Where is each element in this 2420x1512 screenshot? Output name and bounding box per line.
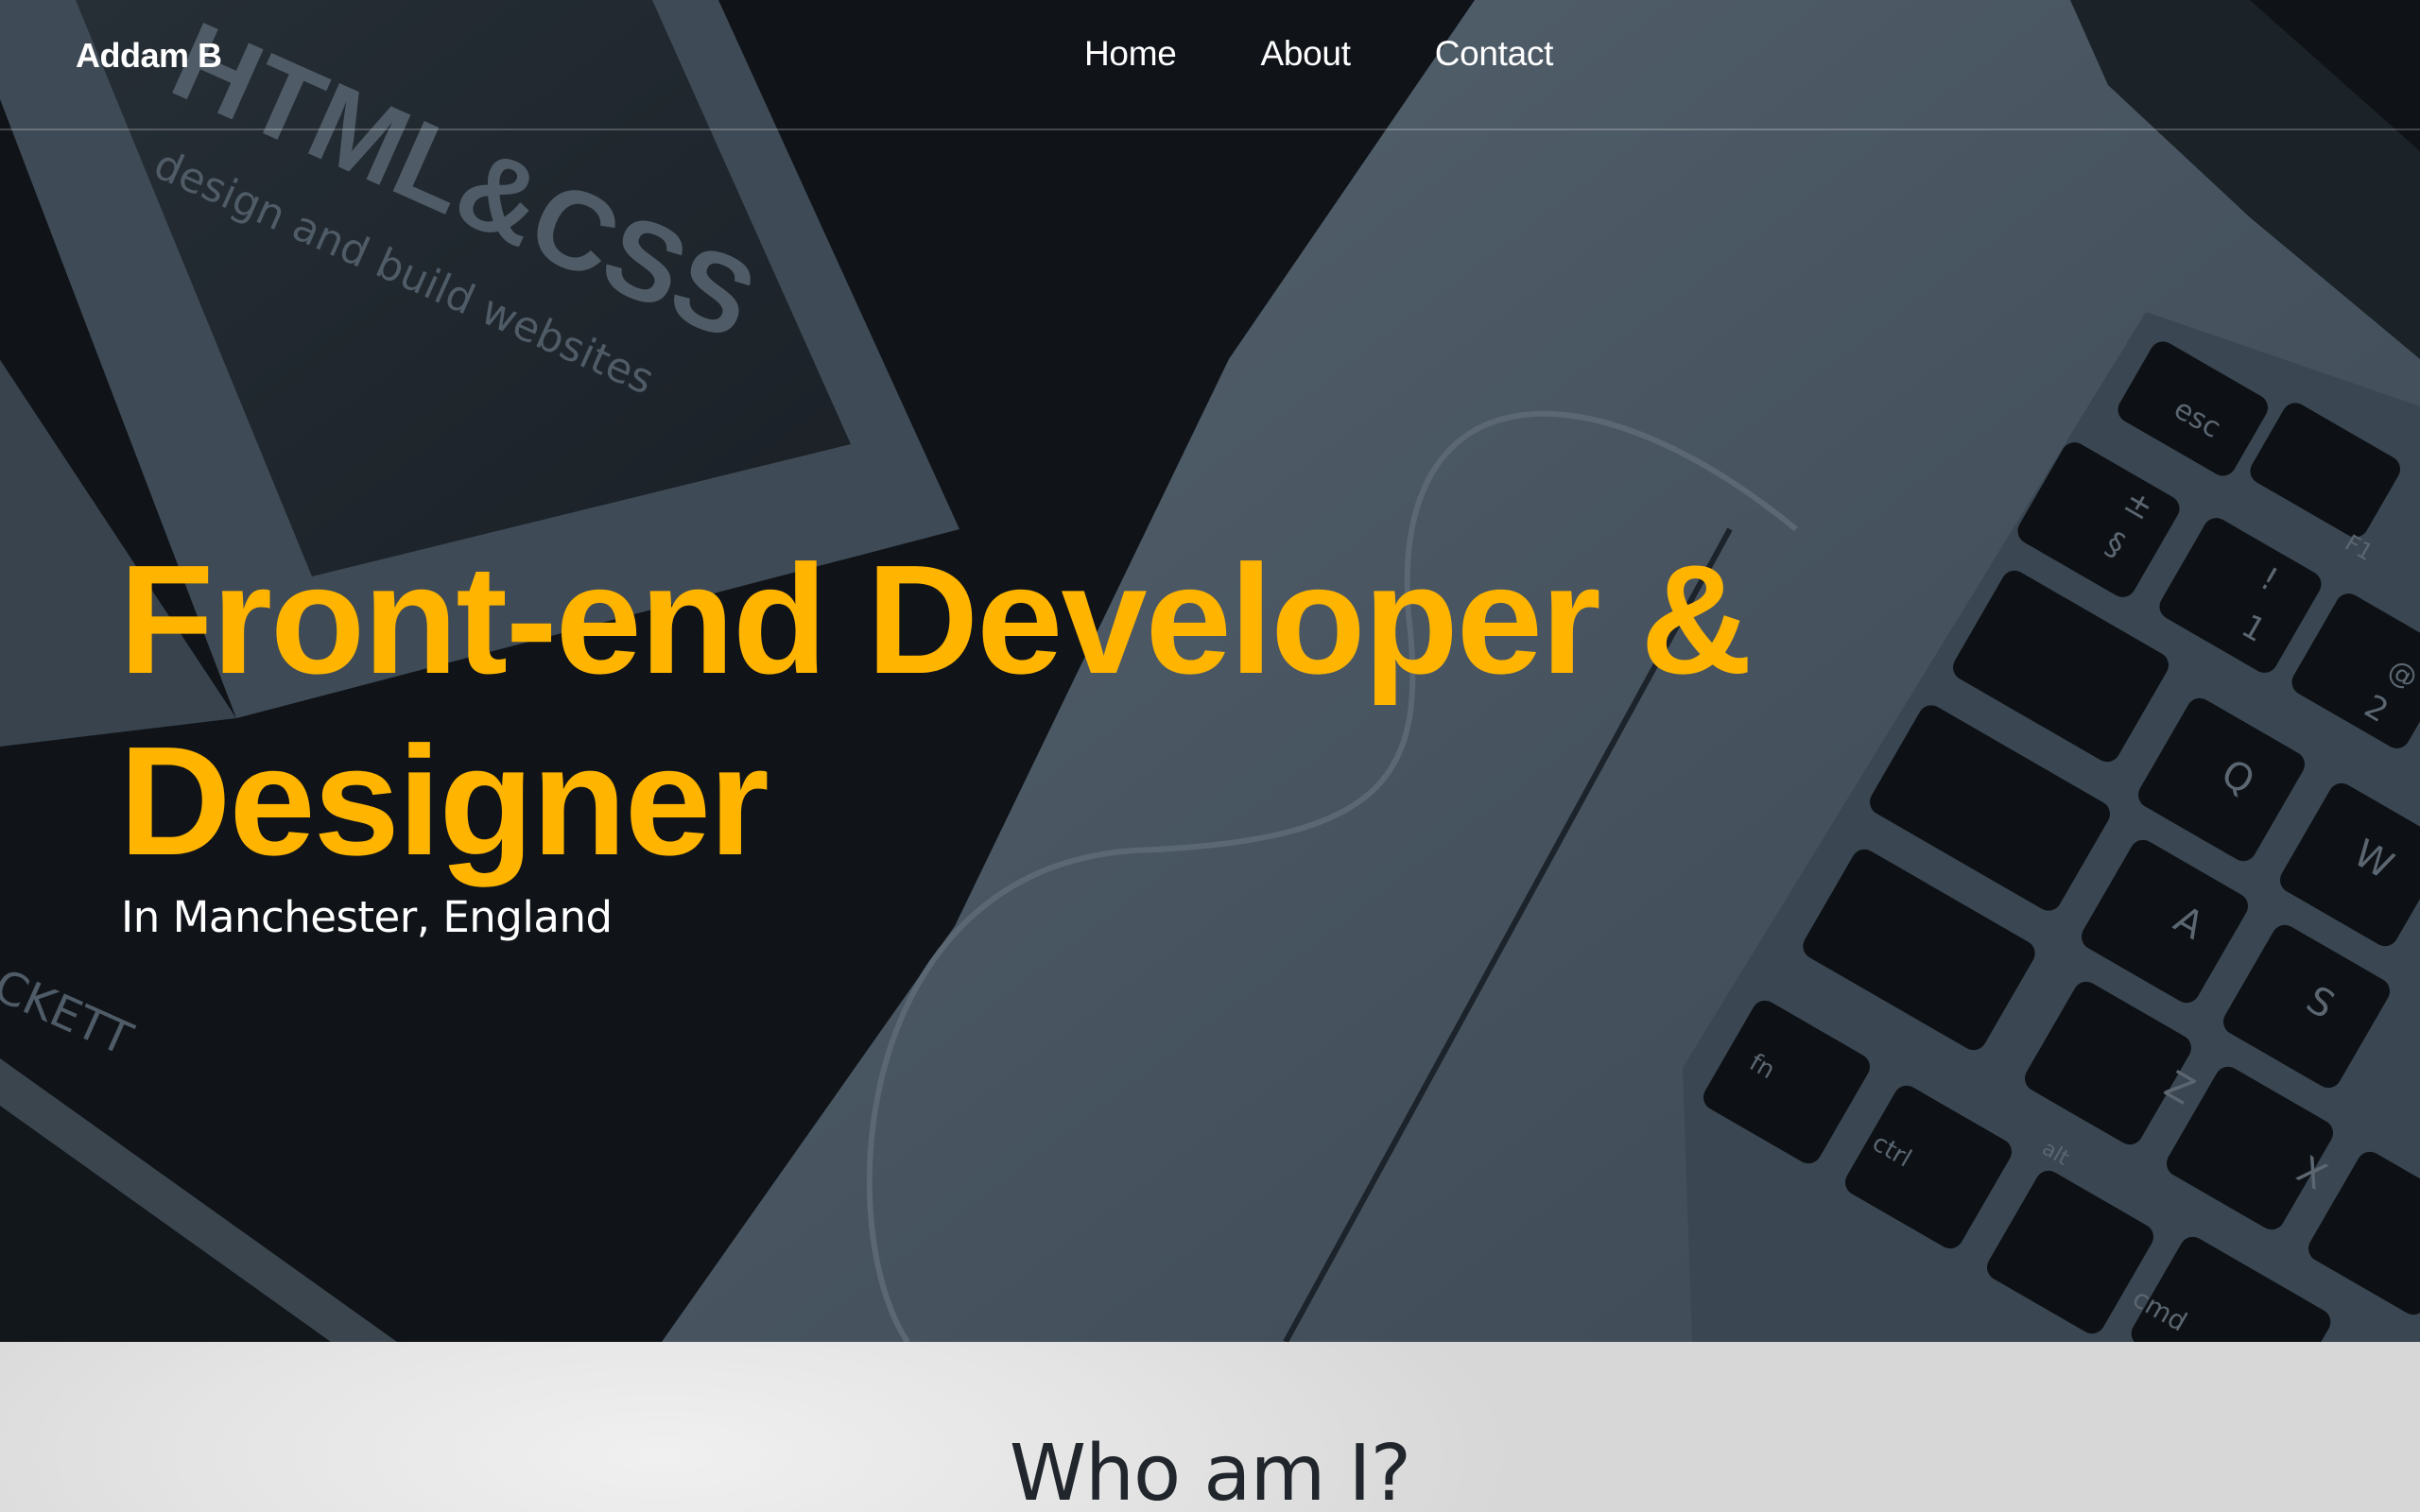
brand-logo-link[interactable]: Addam B bbox=[76, 36, 222, 76]
nav-link-about[interactable]: About bbox=[1261, 34, 1352, 74]
about-section: Who am I? bbox=[0, 1342, 2420, 1512]
hero-subline: In Manchester, England bbox=[121, 892, 613, 942]
about-title: Who am I? bbox=[1009, 1429, 1411, 1512]
hero-section: esc F1 ± § ! 1 @ 2 Q W A S Z X fn ctrl a… bbox=[0, 0, 2420, 1342]
nav-link-contact[interactable]: Contact bbox=[1435, 34, 1554, 74]
nav-links: Home About Contact bbox=[1084, 34, 1553, 74]
hero-headline: Front-end Developer & Designer bbox=[119, 533, 1753, 887]
top-navbar: Addam B Home About Contact bbox=[0, 0, 2420, 130]
nav-link-home[interactable]: Home bbox=[1084, 34, 1177, 74]
